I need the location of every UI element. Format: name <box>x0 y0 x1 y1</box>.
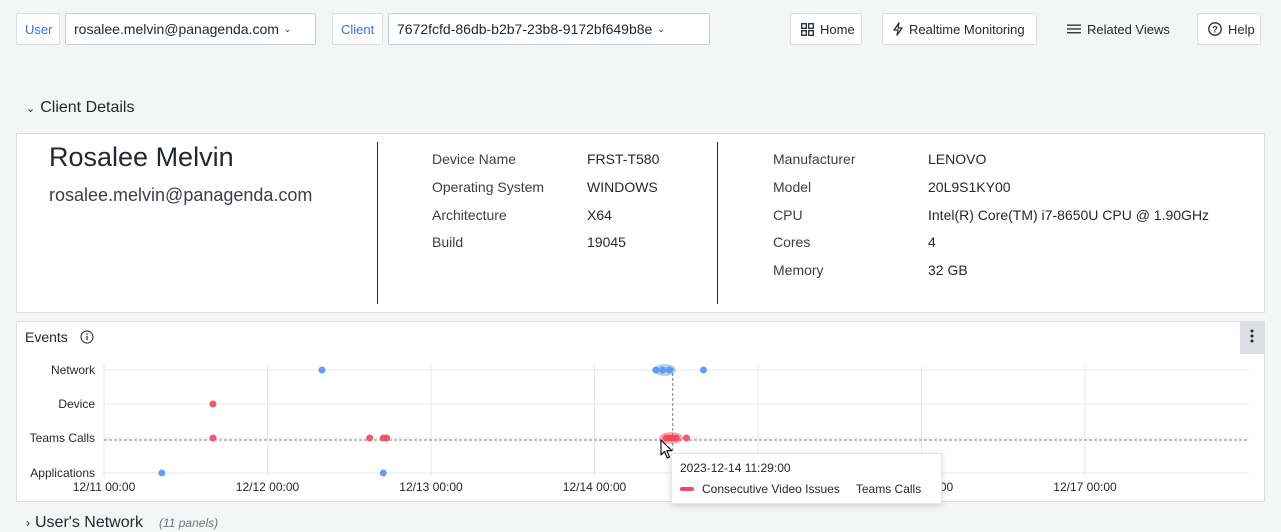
realtime-monitoring-button[interactable]: Realtime Monitoring <box>882 13 1037 45</box>
model-key: Model <box>773 179 812 195</box>
kebab-menu-icon <box>1250 329 1254 348</box>
client-label: Client <box>332 13 383 45</box>
os-value: WINDOWS <box>587 179 658 195</box>
cores-key: Cores <box>773 234 811 250</box>
divider <box>377 142 378 304</box>
question-circle-icon: ? <box>1208 22 1222 36</box>
model-value: 20L9S1KY00 <box>928 179 1011 195</box>
build-value: 19045 <box>587 234 626 250</box>
tooltip-row: Consecutive Video Issues Teams Calls <box>680 482 933 496</box>
memory-key: Memory <box>773 262 824 278</box>
top-bar: User rosalee.melvin@panagenda.com ⌄ Clie… <box>0 0 1281 60</box>
manufacturer-value: LENOVO <box>928 151 987 167</box>
user-email: rosalee.melvin@panagenda.com <box>49 185 313 205</box>
cores-value: 4 <box>928 234 936 250</box>
os-key: Operating System <box>432 179 545 195</box>
svg-text:?: ? <box>1212 24 1218 34</box>
home-button-label: Home <box>820 21 855 37</box>
chevron-down-icon: ⌄ <box>657 23 665 34</box>
chart-tooltip: 2023-12-14 11:29:00 Consecutive Video Is… <box>671 453 942 504</box>
events-panel-title: Events <box>25 329 68 345</box>
cpu-key: CPU <box>773 207 803 223</box>
client-select-value: 7672fcfd-86db-b2b7-23b8-9172bf649b8e <box>397 21 653 37</box>
users-network-title: User's Network <box>35 514 143 531</box>
users-network-panel-count: (11 panels) <box>158 516 219 530</box>
manufacturer-key: Manufacturer <box>773 151 856 167</box>
client-details-panel: Rosalee Melvin rosalee.melvin@panagenda.… <box>16 133 1265 313</box>
user-label: User <box>16 13 60 45</box>
help-button[interactable]: ? Help <box>1197 13 1261 45</box>
cpu-value: Intel(R) Core(TM) i7-8650U CPU @ 1.90GHz <box>928 207 1210 223</box>
chevron-down-icon: ⌄ <box>26 102 36 115</box>
device-name-value: FRST-T580 <box>587 151 660 167</box>
events-panel-header: Events <box>25 329 94 345</box>
users-network-row-toggle[interactable]: › User's Network (11 panels) <box>26 514 218 532</box>
user-select-value: rosalee.melvin@panagenda.com <box>74 21 279 37</box>
client-details-title: Client Details <box>40 99 135 116</box>
info-icon[interactable] <box>80 330 94 344</box>
architecture-value: X64 <box>587 207 612 223</box>
client-select[interactable]: 7672fcfd-86db-b2b7-23b8-9172bf649b8e ⌄ <box>388 13 710 45</box>
chevron-down-icon: ⌄ <box>283 23 292 34</box>
apps-grid-icon <box>801 22 814 36</box>
related-views-label: Related Views <box>1087 21 1170 37</box>
chevron-right-icon: › <box>26 516 30 530</box>
home-button[interactable]: Home <box>790 13 862 45</box>
events-panel: Events <box>16 321 1265 502</box>
tooltip-timestamp: 2023-12-14 11:29:00 <box>680 461 791 475</box>
client-details-row-toggle[interactable]: ⌄ Client Details <box>26 99 134 117</box>
hamburger-menu-icon <box>1067 24 1081 34</box>
user-select[interactable]: rosalee.melvin@panagenda.com ⌄ <box>65 13 316 45</box>
panel-menu-button[interactable] <box>1240 322 1264 354</box>
build-key: Build <box>432 234 464 250</box>
user-display-name: Rosalee Melvin <box>49 142 234 172</box>
memory-value: 32 GB <box>928 262 968 278</box>
divider <box>717 142 718 304</box>
architecture-key: Architecture <box>432 207 507 223</box>
series-swatch <box>680 487 694 491</box>
realtime-monitoring-label: Realtime Monitoring <box>909 21 1025 37</box>
tooltip-series-label: Consecutive Video Issues <box>702 482 840 496</box>
help-button-label: Help <box>1228 21 1255 37</box>
device-name-key: Device Name <box>432 151 517 167</box>
related-views-button[interactable]: Related Views <box>1056 13 1180 45</box>
tooltip-group-label: Teams Calls <box>855 482 922 496</box>
bolt-icon <box>893 22 903 36</box>
